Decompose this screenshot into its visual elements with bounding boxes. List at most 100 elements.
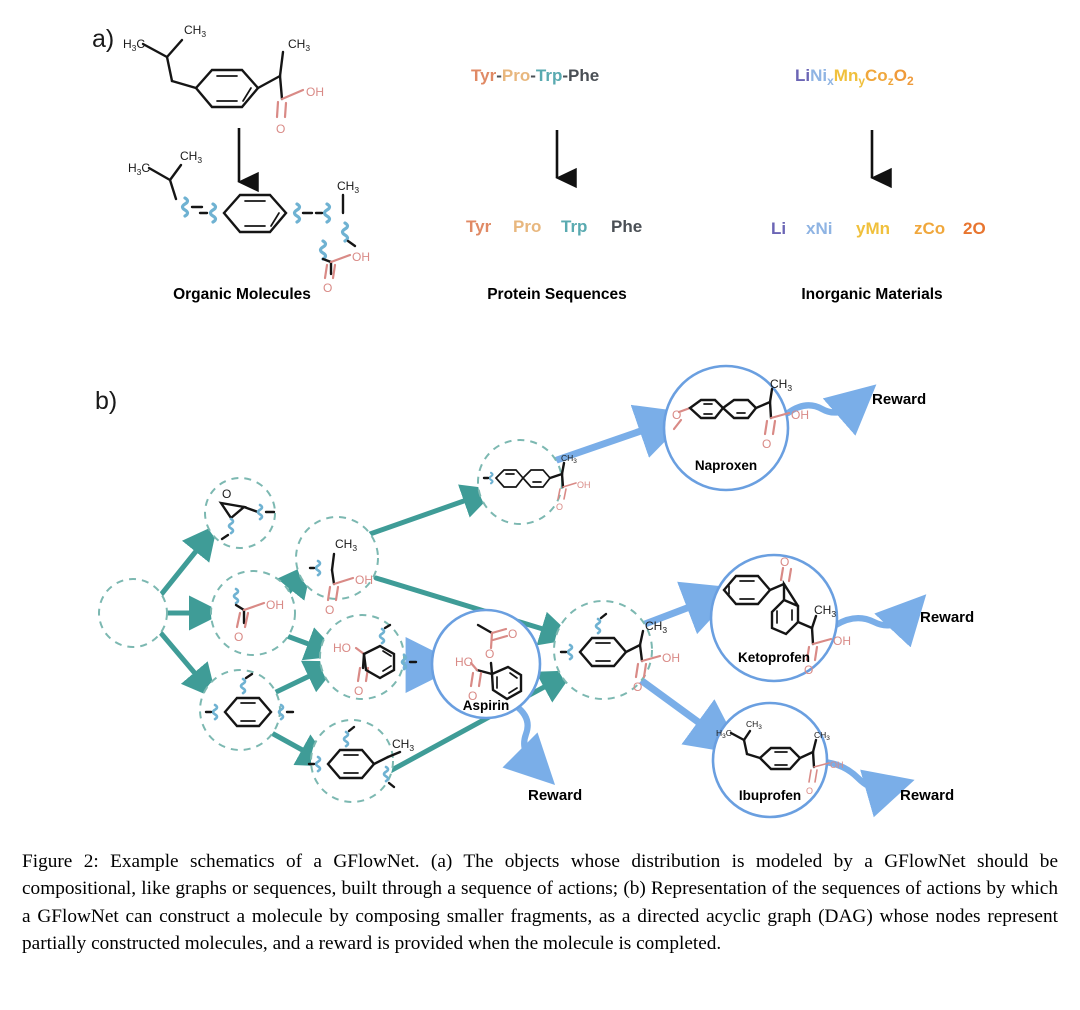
atom-o-double: O bbox=[276, 122, 285, 136]
atom-o-naphthalene: O bbox=[556, 502, 563, 512]
atom-ho-benzoic: HO bbox=[333, 641, 351, 655]
reward-label-naproxen: Reward bbox=[872, 391, 926, 408]
atom-oh-ibuprofen-core: OH bbox=[662, 651, 680, 665]
atom-o-propanoic: O bbox=[325, 603, 334, 617]
edge-carboxyl-propanoic bbox=[276, 562, 313, 601]
reward-arrow-aspirin bbox=[502, 702, 556, 786]
reward-arrow-ketoprofen bbox=[832, 594, 927, 648]
atom-o-ketoprofen-ketone: O bbox=[780, 555, 789, 569]
atom-oh: OH bbox=[306, 85, 324, 99]
formula-li: Li bbox=[795, 66, 810, 85]
seq-pro: Pro bbox=[502, 66, 530, 85]
atom-o-ketoprofen: O bbox=[804, 663, 813, 677]
panel-b-label: b) bbox=[95, 387, 117, 415]
attachment-point-icon bbox=[318, 239, 328, 261]
atom-oh-ibuprofen: OH bbox=[830, 760, 844, 770]
atom-oh-carboxyl: OH bbox=[266, 598, 284, 612]
inorganic-fragment-2o: 2O bbox=[963, 219, 986, 238]
atom-o-naproxen: O bbox=[762, 437, 771, 451]
attachment-point-icon bbox=[208, 202, 218, 224]
protein-fragment-pro: Pro bbox=[513, 217, 541, 236]
node-ketoprofen-label: Ketoprofen bbox=[738, 650, 810, 665]
edge-root-benzene bbox=[157, 629, 217, 700]
protein-fragment-tyr: Tyr bbox=[466, 217, 492, 236]
node-benzoic[interactable]: HO O bbox=[319, 614, 418, 700]
seq-trp: Trp bbox=[536, 66, 562, 85]
formula-co: Co bbox=[865, 66, 888, 85]
organic-molecules-column: H3C CH3 CH3 OH O H3C CH3 CH3 OH O Organi… bbox=[123, 23, 370, 303]
atom-oh-naproxen: OH bbox=[791, 408, 809, 422]
edge-benzene-methylbenz bbox=[265, 728, 333, 767]
figure-canvas: a) H3C CH3 CH3 OH O H3C CH3 CH3 OH O Org… bbox=[92, 23, 986, 819]
protein-top-sequence: Tyr-Pro-Trp-Phe bbox=[471, 66, 599, 85]
attachment-point-icon bbox=[180, 196, 190, 218]
formula-o: O bbox=[894, 66, 907, 85]
atom-ch3-naproxen: CH3 bbox=[770, 377, 792, 393]
inorganic-fragments: Li xNi yMn zCo 2O bbox=[771, 219, 986, 238]
node-aspirin-label: Aspirin bbox=[463, 698, 510, 713]
protein-sequences-title: Protein Sequences bbox=[487, 286, 627, 303]
atom-ch3: CH3 bbox=[184, 23, 206, 39]
protein-fragment-trp: Trp bbox=[561, 217, 587, 236]
atom-o-carboxyl: O bbox=[234, 630, 243, 644]
attachment-point-icon bbox=[292, 202, 302, 224]
figure-container: a) H3C CH3 CH3 OH O H3C CH3 CH3 OH O Org… bbox=[0, 0, 1080, 1010]
atom-o-ibuprofen-core: O bbox=[633, 680, 642, 694]
node-aspirin[interactable]: O O HO O Aspirin bbox=[430, 608, 542, 720]
atom-h3c-frag: H3C bbox=[128, 161, 150, 177]
protein-sequences-column: Tyr-Pro-Trp-Phe Tyr Pro Trp Phe Protein … bbox=[466, 66, 642, 303]
attachment-point-icon bbox=[340, 221, 350, 243]
atom-o-epoxide: O bbox=[222, 487, 231, 501]
atom-o-frag: O bbox=[323, 281, 332, 295]
atom-ch3-methylbenz: CH3 bbox=[392, 737, 414, 753]
atom-o-aspirin-ester: O bbox=[485, 647, 494, 661]
inorganic-fragment-ymn: yMn bbox=[856, 219, 890, 238]
organic-fragments: H3C CH3 CH3 OH O bbox=[128, 149, 370, 295]
atom-oh-ketoprofen: OH bbox=[833, 634, 851, 648]
seq-phe: Phe bbox=[568, 66, 599, 85]
node-naproxen[interactable]: O CH3 OH O Naproxen bbox=[662, 364, 809, 492]
protein-fragments: Tyr Pro Trp Phe bbox=[466, 217, 642, 236]
atom-ch3-frag: CH3 bbox=[180, 149, 202, 165]
inorganic-top-formula: LiNixMnyCozO2 bbox=[795, 66, 914, 88]
node-carboxyl[interactable]: OH O bbox=[210, 570, 296, 656]
seq-tyr: Tyr bbox=[471, 66, 497, 85]
protein-fragment-phe: Phe bbox=[611, 217, 642, 236]
edge-carboxyl-benzoic bbox=[284, 627, 341, 661]
panel-a-label: a) bbox=[92, 25, 114, 53]
atom-oh-naphthalene: OH bbox=[577, 480, 591, 490]
inorganic-materials-column: LiNixMnyCozO2 Li xNi yMn zCo 2O Inorgani… bbox=[771, 66, 986, 303]
atom-oh-propanoic: OH bbox=[355, 573, 373, 587]
inorganic-fragment-xni: xNi bbox=[806, 219, 832, 238]
node-ibuprofen-label: Ibuprofen bbox=[739, 788, 801, 803]
atom-oh-frag: OH bbox=[352, 250, 370, 264]
reward-label-ibuprofen: Reward bbox=[900, 787, 954, 804]
inorganic-fragment-li: Li bbox=[771, 219, 786, 238]
node-epoxide[interactable]: O bbox=[204, 477, 276, 549]
inorganic-fragment-zco: zCo bbox=[914, 219, 945, 238]
node-ketoprofen[interactable]: O CH3 OH O Ketoprofen bbox=[709, 553, 851, 683]
atom-ch3-right: CH3 bbox=[288, 37, 310, 53]
reward-label-aspirin: Reward bbox=[528, 787, 582, 804]
inorganic-materials-title: Inorganic Materials bbox=[801, 286, 942, 303]
node-epoxide-circle[interactable] bbox=[204, 477, 276, 549]
edge-ibuprofencore-ibuprofen bbox=[638, 677, 744, 755]
atom-ch3-frag2: CH3 bbox=[337, 179, 359, 195]
atom-o-aspirin-acetyl: O bbox=[508, 627, 517, 641]
figure-caption: Figure 2: Example schematics of a GFlowN… bbox=[22, 851, 1058, 955]
node-propanoic[interactable]: CH3 OH O bbox=[295, 516, 379, 617]
node-naproxen-label: Naproxen bbox=[695, 458, 757, 473]
atom-ho-aspirin: HO bbox=[455, 655, 473, 669]
atom-ch3-ibuprofen-core: CH3 bbox=[645, 619, 667, 635]
node-ibuprofen[interactable]: H3C CH3 CH3 OH O Ibuprofen bbox=[711, 701, 844, 819]
dag-nodes: O OH O CH3 OH O HO O CH3 CH3 OH O CH3 OH… bbox=[98, 364, 851, 819]
attachment-point-icon bbox=[322, 202, 332, 224]
atom-h3c: H3C bbox=[123, 37, 145, 53]
formula-mn: Mn bbox=[834, 66, 859, 85]
node-root[interactable] bbox=[98, 578, 168, 648]
node-carboxyl-circle[interactable] bbox=[210, 570, 296, 656]
node-methylbenz[interactable]: CH3 bbox=[307, 719, 414, 803]
organic-molecules-title: Organic Molecules bbox=[173, 286, 311, 303]
node-root-circle[interactable] bbox=[98, 578, 168, 648]
atom-o-ibuprofen: O bbox=[806, 786, 813, 796]
